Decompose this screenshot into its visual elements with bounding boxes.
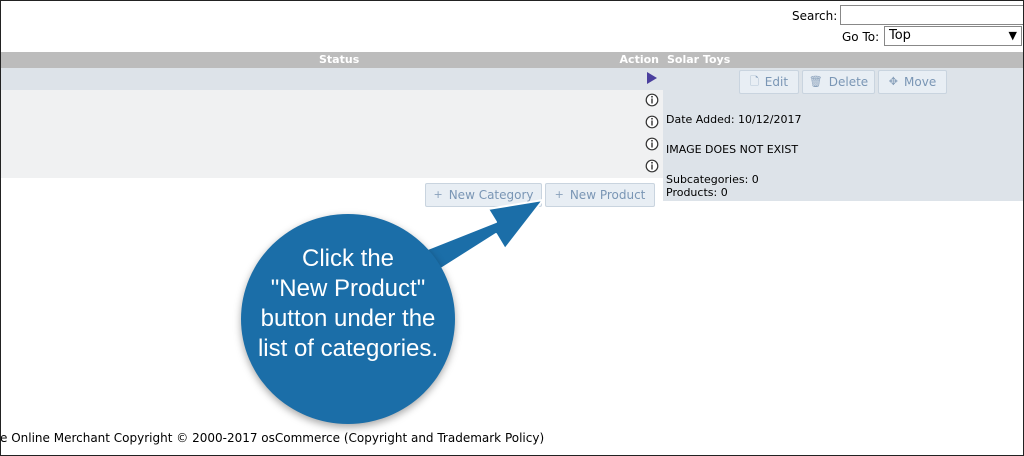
edit-button[interactable]: 🗋 Edit — [739, 70, 799, 94]
date-added: Date Added: 10/12/2017 — [666, 113, 802, 126]
info-icon[interactable] — [645, 159, 659, 173]
table-row-selected[interactable] — [0, 68, 663, 90]
table-header: Status Action — [0, 52, 663, 68]
plus-icon: + — [433, 188, 443, 201]
move-button-label: Move — [904, 75, 937, 89]
callout-text: Click the "New Product" button under the… — [241, 244, 455, 364]
category-info-panel: Solar Toys 🗋 Edit 🗑 Delete ✥ Move Date A… — [663, 52, 1024, 201]
footer-copyright: e Online Merchant Copyright © 2000-2017 … — [0, 431, 545, 445]
callout-line: "New Product" — [270, 275, 426, 302]
info-icon[interactable] — [645, 93, 659, 107]
subcategories-count: Subcategories: 0 — [666, 173, 759, 186]
info-icon[interactable] — [645, 137, 659, 151]
edit-button-label: Edit — [764, 75, 789, 89]
table-rows — [0, 90, 663, 178]
dropdown-arrow-icon: ▼ — [1008, 29, 1017, 42]
callout-line: Click the — [301, 245, 395, 272]
new-product-button[interactable]: + New Product — [545, 183, 655, 207]
action-column-header: Action — [619, 53, 659, 66]
new-product-label: New Product — [569, 188, 646, 202]
goto-selected-value: Top — [889, 28, 911, 43]
products-count: Products: 0 — [666, 186, 728, 199]
delete-button-label: Delete — [828, 75, 869, 89]
plus-icon: + — [554, 188, 564, 201]
new-category-label: New Category — [448, 188, 534, 202]
search-input[interactable] — [840, 5, 1024, 25]
arrow-right-icon[interactable] — [645, 71, 659, 85]
info-icon[interactable] — [645, 115, 659, 129]
callout-line: button under the — [260, 305, 436, 332]
status-column-header: Status — [319, 53, 360, 66]
info-panel-title: Solar Toys — [663, 52, 1024, 68]
search-label: Search: — [792, 9, 838, 23]
goto-label: Go To: — [842, 30, 880, 44]
trash-icon: 🗑 — [808, 75, 823, 88]
move-button[interactable]: ✥ Move — [878, 70, 947, 94]
delete-button[interactable]: 🗑 Delete — [802, 70, 875, 94]
new-category-button[interactable]: + New Category — [425, 183, 542, 207]
callout-line: list of categories. — [257, 335, 439, 362]
document-icon: 🗋 — [749, 75, 759, 88]
image-note: IMAGE DOES NOT EXIST — [666, 143, 799, 156]
move-icon: ✥ — [888, 75, 899, 88]
goto-select[interactable]: Top ▼ — [884, 26, 1022, 46]
